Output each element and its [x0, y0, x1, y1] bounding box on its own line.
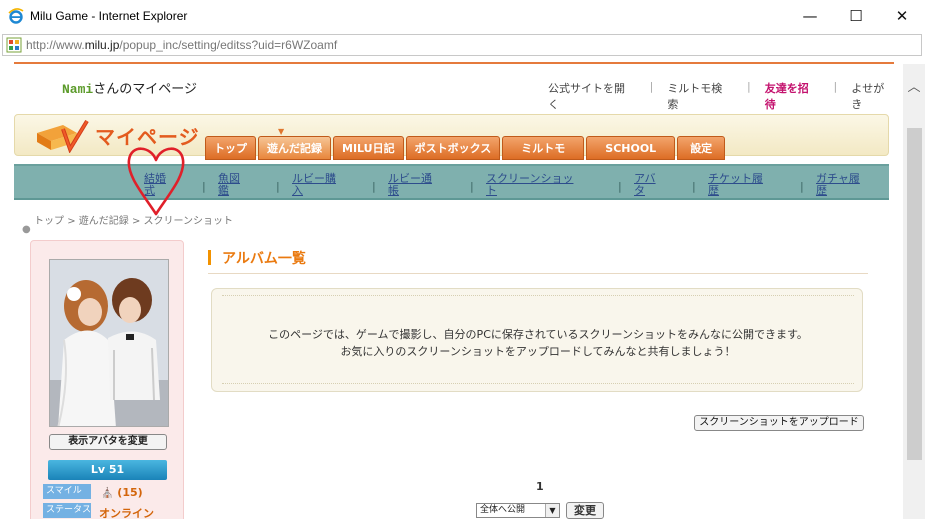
yosegaki-link[interactable]: よせがき — [843, 80, 903, 112]
heart-highlight-icon — [127, 147, 185, 216]
bullet-dot: ● — [22, 224, 31, 235]
tab-postbox[interactable]: ポストボックス — [405, 136, 501, 160]
scroll-up-icon[interactable]: ︿ — [903, 76, 925, 95]
milutomo-search-link[interactable]: ミルトモ検索 — [659, 80, 741, 112]
active-tab-arrow-icon: ▼ — [278, 127, 285, 136]
url-field[interactable]: http://www.milu.jp/popup_inc/setting/edi… — [2, 34, 922, 56]
site-favicon-icon — [6, 37, 22, 53]
avatar-couple-image — [50, 260, 168, 426]
notice-box: このページでは、ゲームで撮影し、自分のPCに保存されているスクリーンショットをみ… — [211, 288, 863, 392]
page-title: Namiさんのマイページ — [62, 82, 197, 97]
close-button[interactable]: ✕ — [879, 0, 925, 31]
scrollbar-thumb[interactable] — [907, 128, 922, 460]
avatar — [49, 259, 169, 427]
page-number[interactable]: 1 — [536, 480, 544, 493]
mypage-logo-icon — [37, 119, 89, 153]
internet-explorer-icon — [8, 7, 24, 24]
change-avatar-button[interactable]: 表示アバタを変更 — [49, 434, 167, 450]
maximize-button[interactable]: ☐ — [833, 0, 879, 31]
breadcrumb-current: スクリーンショット — [143, 216, 234, 227]
tab-milutomo[interactable]: ミルトモ — [502, 136, 585, 160]
main-tabs: トップ 遊んだ記録 MILU日記 ポストボックス ミルトモ SCHOOL 設定 — [205, 136, 727, 160]
change-button[interactable]: 変更 — [566, 502, 604, 519]
subnav-item-screenshot[interactable]: スクリーンショット — [486, 173, 573, 197]
subnav-item-ruby-passbook[interactable]: ルビー通帳 — [388, 173, 432, 197]
subnav-item-fish-book[interactable]: 魚図鑑 — [218, 173, 240, 197]
tab-milu-diary[interactable]: MILU日記 — [333, 136, 404, 160]
smile-label: スマイル — [43, 484, 91, 499]
subnav-item-avatar[interactable]: アバタ — [634, 173, 656, 197]
album-section-title: アルバム一覧 — [222, 251, 306, 267]
top-links: 公式サイトを開く | ミルトモ検索 | 友達を招待 | よせがき — [540, 80, 903, 112]
upload-screenshot-button[interactable]: スクリーンショットをアップロード — [694, 415, 864, 431]
breadcrumb-play-records[interactable]: 遊んだ記録 — [79, 216, 129, 227]
window-titlebar: Milu Game - Internet Explorer — ☐ ✕ — [0, 0, 925, 31]
page-content: Namiさんのマイページ 公式サイトを開く | ミルトモ検索 | 友達を招待 |… — [0, 64, 903, 519]
official-site-link[interactable]: 公式サイトを開く — [540, 80, 644, 112]
status-label: ステータス — [43, 503, 91, 518]
tab-settings[interactable]: 設定 — [677, 136, 726, 160]
breadcrumb: トップ > 遊んだ記録 > スクリーンショット — [34, 216, 234, 227]
notice-text-line2: お気に入りのスクリーンショットをアップロードしてみんなと共有しましょう！ — [340, 345, 736, 358]
url-text: http://www.milu.jp/popup_inc/setting/edi… — [26, 38, 338, 52]
visibility-select[interactable]: 全体へ公開 ▼ — [476, 503, 560, 518]
vertical-scrollbar[interactable]: ︿ — [903, 64, 925, 519]
album-section-header: アルバム一覧 — [208, 248, 868, 274]
tab-top[interactable]: トップ — [205, 136, 256, 160]
status-value: オンライン — [99, 507, 154, 519]
subnav-item-ruby-purchase[interactable]: ルビー購入 — [292, 173, 336, 197]
tab-school[interactable]: SCHOOL — [586, 136, 676, 160]
level-badge: Lv 51 — [48, 460, 167, 480]
invite-friend-link[interactable]: 友達を招待 — [757, 80, 828, 112]
window-title: Milu Game - Internet Explorer — [30, 8, 188, 23]
notice-text-line1: このページでは、ゲームで撮影し、自分のPCに保存されているスクリーンショットをみ… — [268, 328, 808, 341]
breadcrumb-top[interactable]: トップ — [34, 216, 64, 227]
tab-play-records[interactable]: 遊んだ記録 — [258, 136, 331, 160]
chevron-down-icon: ▼ — [545, 504, 559, 517]
subnav-item-gacha-history[interactable]: ガチャ履歴 — [816, 173, 860, 197]
profile-panel: 表示アバタを変更 Lv 51 スマイル ⛪ (15) ステータス オンライン — [30, 240, 184, 519]
smile-icon: ⛪ — [101, 488, 114, 499]
minimize-button[interactable]: — — [787, 0, 833, 31]
address-bar: http://www.milu.jp/popup_inc/setting/edi… — [0, 31, 925, 61]
smile-value: ⛪ (15) — [101, 486, 143, 499]
subnav-item-ticket-history[interactable]: チケット履歴 — [708, 173, 763, 197]
